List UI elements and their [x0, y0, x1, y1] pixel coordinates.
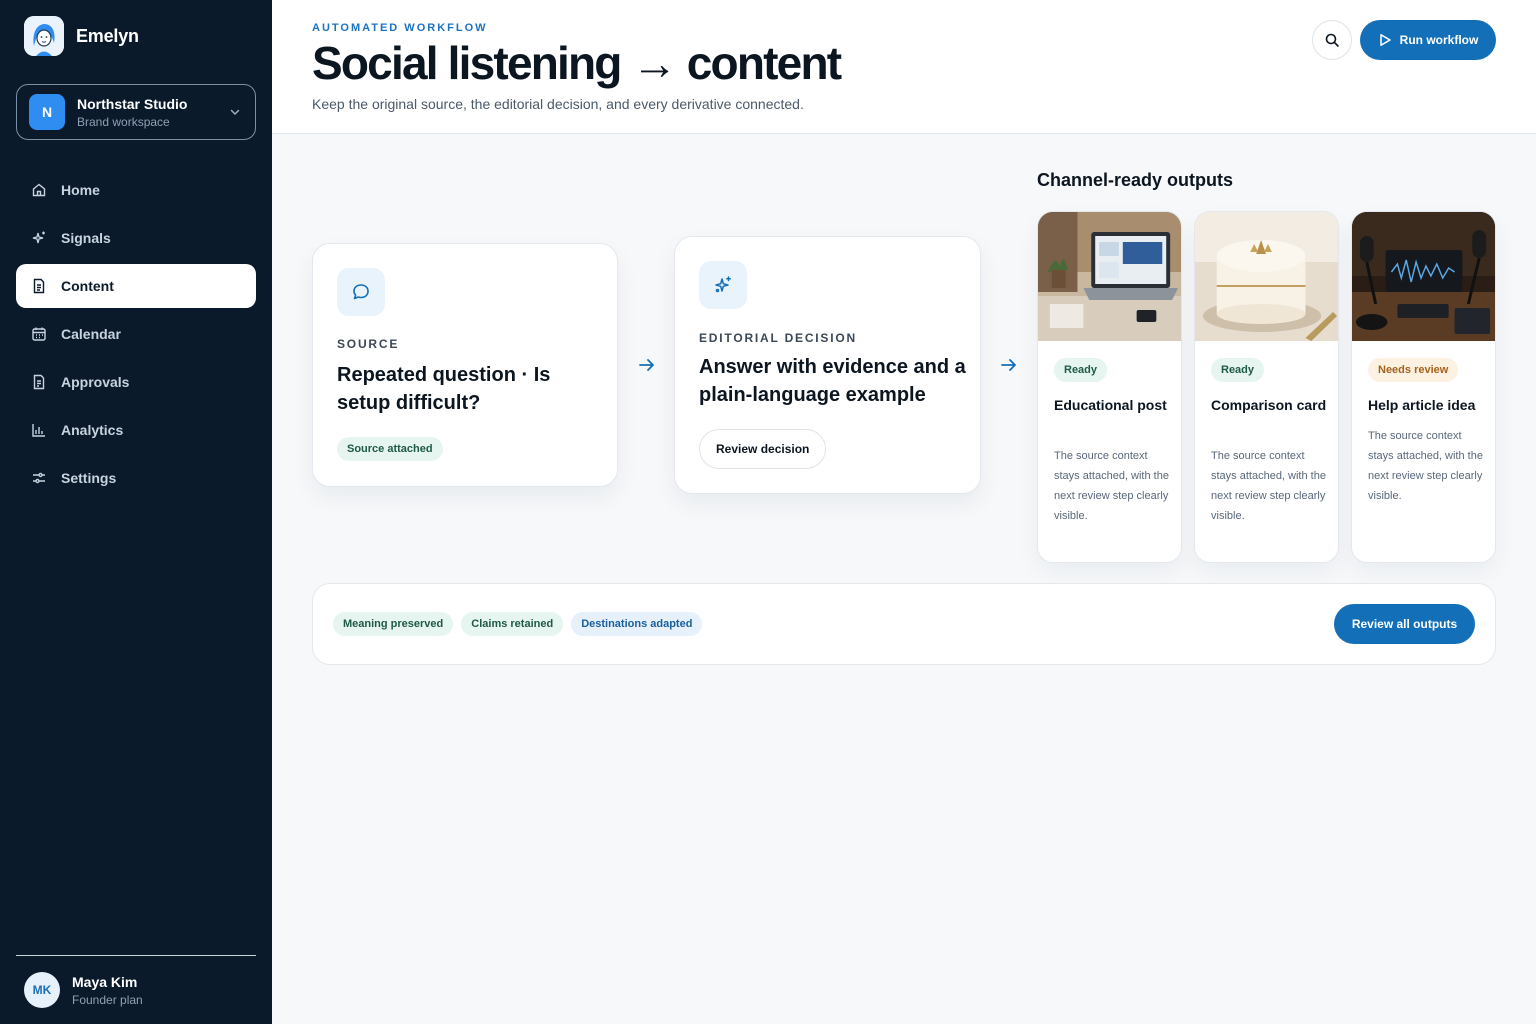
search-icon	[1324, 32, 1340, 48]
nav-item-content[interactable]: Content	[16, 264, 256, 308]
bar-chart-icon	[30, 421, 48, 439]
podcast-studio-photo	[1352, 212, 1495, 341]
nav-item-label: Signals	[61, 230, 111, 246]
source-card[interactable]: SOURCE Repeated question · Is setup diff…	[312, 243, 618, 487]
page-eyebrow: AUTOMATED WORKFLOW	[312, 22, 488, 34]
search-button[interactable]	[1312, 20, 1352, 60]
arrow-right-icon	[998, 354, 1020, 376]
chevron-down-icon	[227, 104, 243, 120]
status-badge: Ready	[1211, 358, 1265, 382]
run-workflow-label: Run workflow	[1399, 33, 1479, 47]
workspace-subtitle: Brand workspace	[77, 114, 170, 129]
divider	[16, 955, 256, 956]
brand-name: Emelyn	[76, 25, 139, 46]
avatar: MK	[24, 972, 60, 1008]
source-attached-badge: Source attached	[337, 437, 443, 461]
output-title: Help article idea	[1368, 397, 1476, 413]
nav-item-label: Content	[61, 278, 114, 294]
output-description: The source context stays attached, with …	[1211, 450, 1326, 522]
sparkles-icon	[699, 261, 747, 309]
output-description: The source context stays attached, with …	[1054, 450, 1169, 522]
arrow-right-icon	[636, 354, 658, 376]
calendar-icon	[30, 325, 48, 343]
source-title: Repeated question · Is setup difficult?	[337, 364, 551, 414]
decision-label: EDITORIAL DECISION	[699, 331, 857, 345]
nav-item-label: Calendar	[61, 326, 121, 342]
document-icon	[30, 277, 48, 295]
chat-bubble-icon	[337, 268, 385, 316]
nav-item-analytics[interactable]: Analytics	[16, 408, 256, 452]
nav-item-label: Settings	[61, 470, 117, 486]
run-workflow-button[interactable]: Run workflow	[1360, 20, 1496, 60]
page-header: AUTOMATED WORKFLOW Social listening → co…	[272, 0, 1536, 134]
page-subtitle: Keep the original source, the editorial …	[312, 96, 804, 112]
home-icon	[30, 181, 48, 199]
decision-title: Answer with evidence and a plain-languag…	[699, 356, 966, 406]
cake-photo	[1195, 212, 1338, 341]
output-description: The source context stays attached, with …	[1368, 430, 1483, 502]
status-badge: Ready	[1054, 358, 1108, 382]
workspace-avatar: N	[29, 94, 65, 130]
sidebar: Emelyn N Northstar Studio Brand workspac…	[0, 0, 272, 1024]
nav-item-settings[interactable]: Settings	[16, 456, 256, 500]
nav-item-home[interactable]: Home	[16, 168, 256, 212]
tag-meaning-preserved: Meaning preserved	[333, 612, 454, 636]
output-card-comparison-card[interactable]: Ready Comparison card The source context…	[1194, 211, 1339, 563]
outputs-heading: Channel-ready outputs	[1037, 170, 1234, 190]
tag-claims-retained: Claims retained	[461, 612, 564, 636]
nav-item-label: Home	[61, 182, 100, 198]
summary-tags: Meaning preserved Claims retained Destin…	[333, 612, 703, 636]
main-nav: Home Signals Content Calendar Approvals	[16, 168, 256, 504]
nav-item-calendar[interactable]: Calendar	[16, 312, 256, 356]
page-title: Social listening → content	[312, 37, 842, 89]
nav-item-label: Approvals	[61, 374, 130, 390]
laptop-desk-photo	[1038, 212, 1181, 341]
output-card-educational-post[interactable]: Ready Educational post The source contex…	[1037, 211, 1182, 563]
output-title: Comparison card	[1211, 397, 1327, 413]
approval-document-icon	[30, 373, 48, 391]
brand-logo	[24, 16, 64, 56]
user-name: Maya Kim	[72, 973, 138, 990]
nav-item-label: Analytics	[61, 422, 124, 438]
source-label: SOURCE	[337, 337, 400, 351]
sparkles-icon	[30, 229, 48, 247]
output-title: Educational post	[1054, 397, 1167, 413]
status-badge: Needs review	[1368, 358, 1459, 382]
outputs-summary-bar: Meaning preserved Claims retained Destin…	[312, 583, 1496, 665]
sliders-icon	[30, 469, 48, 487]
play-icon	[1378, 33, 1392, 47]
tag-destinations-adapted: Destinations adapted	[571, 612, 703, 636]
output-card-help-article-idea[interactable]: Needs review Help article idea The sourc…	[1351, 211, 1496, 563]
review-decision-button[interactable]: Review decision	[699, 429, 827, 469]
editorial-decision-card[interactable]: EDITORIAL DECISION Answer with evidence …	[674, 236, 981, 494]
user-plan: Founder plan	[72, 992, 143, 1007]
brand[interactable]: Emelyn	[24, 16, 139, 56]
nav-item-signals[interactable]: Signals	[16, 216, 256, 260]
nav-item-approvals[interactable]: Approvals	[16, 360, 256, 404]
workspace-switcher[interactable]: N Northstar Studio Brand workspace	[16, 84, 256, 140]
workspace-name: Northstar Studio	[77, 95, 188, 112]
review-all-outputs-button[interactable]: Review all outputs	[1334, 604, 1475, 644]
user-profile[interactable]: MK Maya Kim Founder plan	[24, 972, 143, 1008]
